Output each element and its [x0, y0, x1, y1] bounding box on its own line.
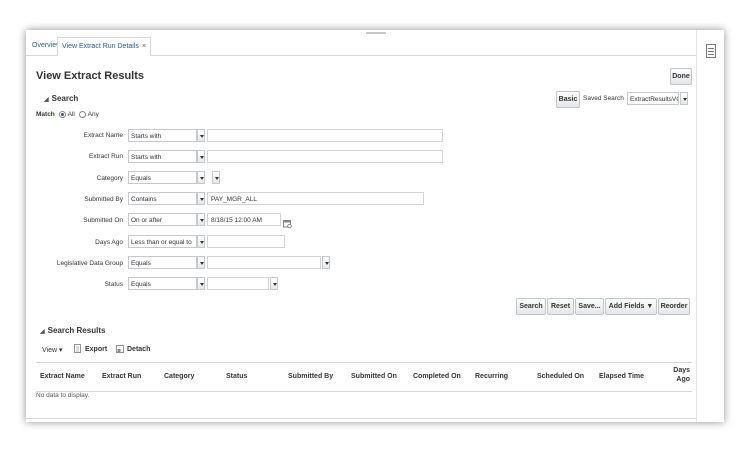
results-table-header: Extract Name Extract Run Category Status…: [36, 362, 692, 392]
submitted-by-input[interactable]: PAY_MGR_ALL: [207, 192, 424, 205]
col-days-ago[interactable]: Days Ago: [672, 366, 690, 384]
status-operator[interactable]: Equals: [128, 277, 197, 290]
search-results-header[interactable]: ◢ Search Results: [40, 326, 105, 335]
document-icon[interactable]: [706, 44, 716, 58]
drag-handle[interactable]: [366, 32, 386, 34]
category-label: Category: [96, 175, 123, 182]
extract-name-operator-dropdown[interactable]: [197, 129, 205, 142]
extract-run-label: Extract Run: [89, 153, 123, 160]
col-scheduled-on[interactable]: Scheduled On: [537, 373, 584, 380]
col-elapsed-time[interactable]: Elapsed Time: [599, 373, 644, 380]
ldg-operator[interactable]: Equals: [128, 256, 197, 269]
no-data-message: No data to display.: [36, 392, 90, 399]
days-ago-label: Days Ago: [95, 239, 123, 246]
save-button[interactable]: Save...: [575, 298, 604, 315]
extract-name-operator[interactable]: Starts with: [128, 129, 197, 142]
main-window: Overview View Extract Run Details × View …: [26, 30, 724, 422]
search-results-heading: Search Results: [47, 326, 106, 335]
saved-search-dropdown[interactable]: [680, 92, 688, 105]
page-title: View Extract Results: [36, 70, 145, 82]
tab-bar: Overview View Extract Run Details ×: [26, 37, 696, 56]
divider: [26, 418, 696, 419]
col-extract-name[interactable]: Extract Name: [40, 373, 85, 380]
extract-name-label: Extract Name: [83, 132, 123, 139]
ldg-value-select[interactable]: [207, 256, 321, 269]
collapse-triangle-icon: ◢: [44, 97, 49, 103]
export-icon: [74, 344, 82, 353]
calendar-icon[interactable]: [283, 215, 292, 229]
col-recurring[interactable]: Recurring: [475, 373, 508, 380]
detach-icon: [116, 345, 124, 353]
category-operator[interactable]: Equals: [128, 171, 197, 184]
days-ago-input[interactable]: [207, 235, 285, 248]
export-button[interactable]: Export: [85, 346, 107, 353]
extract-name-input[interactable]: [207, 129, 443, 142]
match-any-radio[interactable]: [78, 111, 86, 118]
reorder-button[interactable]: Reorder: [658, 298, 690, 315]
collapse-triangle-icon: ◢: [40, 329, 45, 335]
status-operator-dropdown[interactable]: [197, 277, 205, 290]
col-submitted-on[interactable]: Submitted On: [351, 373, 397, 380]
col-status[interactable]: Status: [226, 373, 247, 380]
tab-label: View Extract Run Details: [62, 43, 139, 50]
search-heading: Search: [51, 94, 79, 103]
search-section-header[interactable]: ◢ Search: [44, 94, 78, 103]
saved-search-select[interactable]: ExtractResultsVC: [627, 92, 679, 105]
basic-button[interactable]: Basic: [556, 91, 580, 108]
reset-button[interactable]: Reset: [547, 298, 574, 315]
detach-button[interactable]: Detach: [127, 346, 150, 353]
ldg-value-dropdown[interactable]: [322, 256, 330, 269]
days-ago-operator[interactable]: Less than or equal to: [128, 235, 197, 248]
match-label: Match: [36, 111, 55, 119]
col-completed-on[interactable]: Completed On: [413, 373, 461, 380]
done-button[interactable]: Done: [670, 68, 692, 85]
submitted-on-label: Submitted On: [83, 217, 123, 224]
submitted-by-operator[interactable]: Contains: [128, 192, 197, 205]
days-ago-operator-dropdown[interactable]: [197, 235, 205, 248]
match-all-radio[interactable]: [58, 111, 66, 118]
col-extract-run[interactable]: Extract Run: [102, 373, 141, 380]
legislative-data-group-label: Legislative Data Group: [56, 260, 123, 267]
ldg-operator-dropdown[interactable]: [197, 256, 205, 269]
match-row: Match All Any: [36, 111, 99, 118]
extract-run-input[interactable]: [207, 150, 443, 163]
submitted-on-operator[interactable]: On or after: [128, 213, 197, 226]
submitted-by-operator-dropdown[interactable]: [197, 192, 205, 205]
search-button[interactable]: Search: [516, 298, 546, 315]
status-label: Status: [104, 281, 123, 288]
match-any-label: Any: [87, 111, 99, 119]
category-operator-dropdown[interactable]: [197, 171, 205, 184]
right-panel-rail: [696, 30, 724, 422]
submitted-on-operator-dropdown[interactable]: [197, 213, 205, 226]
category-value-dropdown[interactable]: [212, 171, 220, 184]
status-value-select[interactable]: [207, 277, 269, 290]
match-all-label: All: [67, 111, 75, 119]
extract-run-operator-dropdown[interactable]: [197, 150, 205, 163]
col-category[interactable]: Category: [164, 373, 194, 380]
saved-search-label: Saved Search: [583, 95, 624, 102]
tab-view-extract-run-details[interactable]: View Extract Run Details ×: [57, 37, 151, 56]
extract-run-operator[interactable]: Starts with: [128, 150, 197, 163]
col-submitted-by[interactable]: Submitted By: [288, 373, 333, 380]
close-icon[interactable]: ×: [142, 43, 146, 50]
add-fields-button[interactable]: Add Fields ▼: [605, 298, 657, 315]
submitted-on-input[interactable]: 8/18/15 12:00 AM: [207, 213, 281, 226]
submitted-by-label: Submitted By: [84, 196, 123, 203]
status-value-dropdown[interactable]: [270, 277, 278, 290]
view-menu[interactable]: View ▾: [42, 346, 63, 354]
